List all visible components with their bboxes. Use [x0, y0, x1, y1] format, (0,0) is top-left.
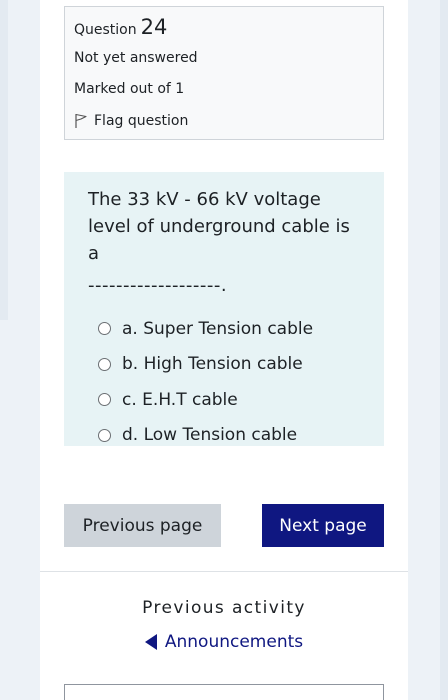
triangle-left-icon [144, 634, 157, 650]
answer-option-d[interactable]: d. Low Tension cable [98, 418, 362, 454]
question-info-box: Question 24 Not yet answered Marked out … [64, 6, 384, 140]
answer-list: a. Super Tension cable b. High Tension c… [98, 311, 362, 453]
answer-letter: c. [122, 389, 137, 410]
answer-letter: d. [122, 425, 139, 446]
answer-text: Super Tension cable [143, 318, 314, 339]
answer-option-c[interactable]: c. E.H.T cable [98, 382, 362, 418]
question-number-line: Question 24 [74, 15, 383, 43]
next-page-button[interactable]: Next page [262, 504, 384, 547]
radio-button[interactable] [98, 428, 111, 442]
previous-activity-link-label: Announcements [164, 632, 304, 652]
answer-letter: a. [122, 318, 138, 339]
previous-page-button[interactable]: Previous page [64, 504, 221, 547]
answer-letter: b. [122, 354, 139, 375]
previous-activity-label: Previous activity [142, 598, 306, 618]
question-status: Not yet answered [74, 50, 198, 66]
answer-text: High Tension cable [143, 354, 303, 375]
page-content: Question 24 Not yet answered Marked out … [40, 0, 408, 700]
divider [40, 571, 408, 572]
answer-option-b[interactable]: b. High Tension cable [98, 347, 362, 383]
radio-button[interactable] [98, 322, 111, 336]
question-content: The 33 kV - 66 kV voltage level of under… [64, 172, 384, 446]
flag-question-link[interactable]: Flag question [74, 105, 383, 136]
flag-question-label: Flag question [94, 112, 189, 129]
question-text: The 33 kV - 66 kV voltage level of under… [88, 189, 350, 264]
jump-to-select[interactable] [64, 684, 384, 700]
answer-option-a[interactable]: a. Super Tension cable [98, 311, 362, 347]
left-sidebar-edge [0, 0, 8, 320]
question-blank: -------------------. [88, 275, 228, 296]
flag-icon [75, 113, 87, 128]
right-sidebar-edge [440, 0, 448, 700]
radio-button[interactable] [98, 357, 111, 371]
radio-button[interactable] [98, 393, 111, 407]
question-number: 24 [140, 15, 168, 39]
question-label: Question [74, 22, 137, 38]
answer-text: Low Tension cable [143, 425, 298, 446]
previous-activity-link[interactable]: Announcements [40, 632, 408, 652]
question-marks: Marked out of 1 [74, 81, 185, 97]
answer-text: E.H.T cable [142, 389, 238, 410]
